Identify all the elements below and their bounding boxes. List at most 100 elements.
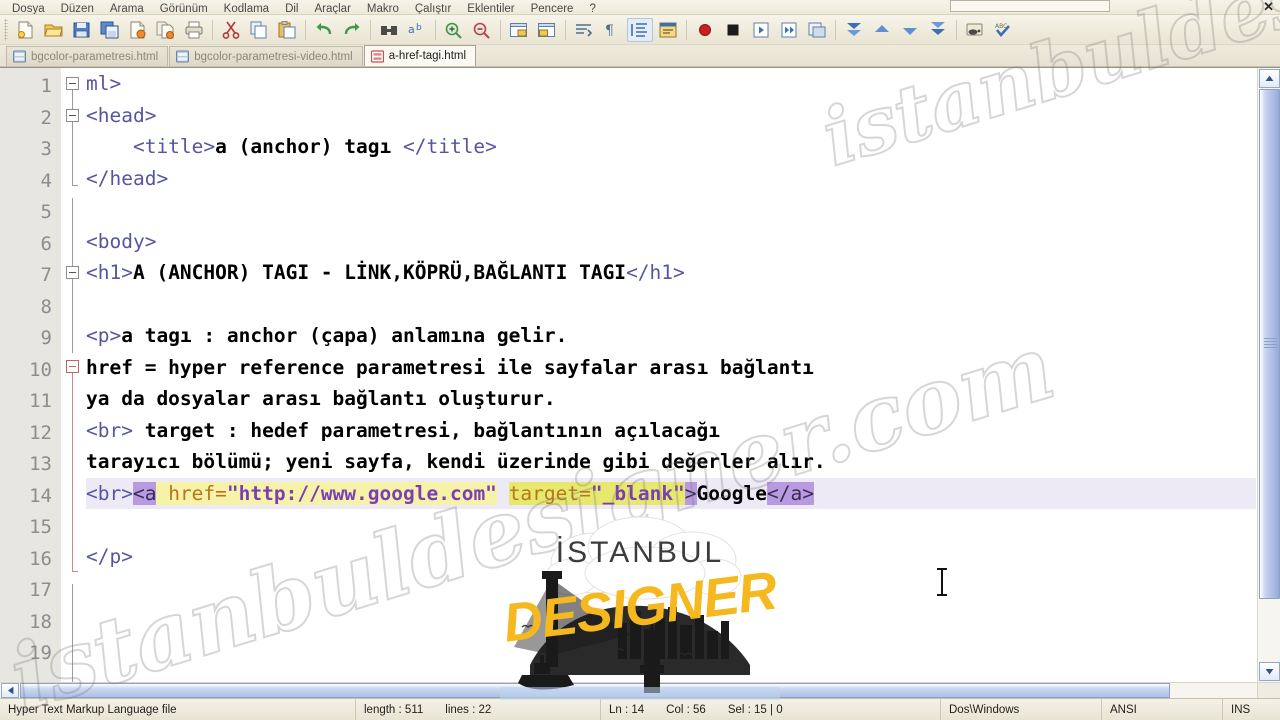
vertical-scroll-thumb[interactable] xyxy=(1259,89,1280,599)
line-number: 4 xyxy=(40,169,52,192)
svg-text:¶: ¶ xyxy=(605,23,614,39)
fold-guide-line xyxy=(72,584,73,694)
toolbar-separator xyxy=(565,19,566,40)
code-content[interactable]: ml> <head> <title>a (anchor) tagı </titl… xyxy=(86,68,1256,682)
fold-column[interactable] xyxy=(62,68,86,698)
menu-item-duzen[interactable]: Düzen xyxy=(53,2,102,14)
tab-bar: bgcolor-parametresi.html bgcolor-paramet… xyxy=(0,45,1280,67)
fold-up-icon[interactable] xyxy=(869,18,895,42)
word-wrap-icon[interactable] xyxy=(571,18,597,42)
undo-icon[interactable] xyxy=(311,18,337,42)
line-number: 7 xyxy=(40,264,52,286)
sync-vertical-icon[interactable] xyxy=(506,18,532,42)
editor-area[interactable]: 1 2 3 4 5 6 7 8 9 10 11 12 13 14 15 16 1… xyxy=(0,67,1280,698)
replace-icon[interactable]: ab xyxy=(404,18,430,42)
fold-marker-line-1[interactable] xyxy=(66,77,79,90)
scroll-left-icon[interactable] xyxy=(1,683,19,698)
save-all-icon[interactable] xyxy=(97,18,123,42)
sync-horizontal-icon[interactable] xyxy=(534,18,560,42)
code-token: </p> xyxy=(86,544,133,568)
save-macro-icon[interactable] xyxy=(804,18,830,42)
close-file-icon[interactable] xyxy=(125,18,151,42)
menu-item-eklentiler[interactable]: Eklentiler xyxy=(459,2,522,14)
collapse-all-icon[interactable] xyxy=(841,18,867,42)
print-icon[interactable] xyxy=(181,18,207,42)
menu-item-pencere[interactable]: Pencere xyxy=(523,2,582,14)
cut-icon[interactable] xyxy=(218,18,244,42)
scroll-down-icon[interactable] xyxy=(1259,662,1280,681)
vertical-scrollbar[interactable] xyxy=(1257,68,1280,682)
toolbar-separator xyxy=(370,19,371,40)
toolbar-separator xyxy=(305,19,306,40)
open-file-icon[interactable] xyxy=(41,18,67,42)
code-line-2: <head> xyxy=(86,100,1256,132)
status-encoding: ANSI xyxy=(1102,698,1223,720)
code-line-6: <body> xyxy=(86,226,1256,258)
red-file-icon xyxy=(370,49,384,63)
code-token xyxy=(156,481,169,505)
copy-icon[interactable] xyxy=(246,18,272,42)
text-cursor-icon xyxy=(937,568,947,596)
code-token: <title> xyxy=(86,135,216,158)
tab-label: bgcolor-parametresi-video.html xyxy=(194,50,353,63)
menu-item-help[interactable]: ? xyxy=(581,2,603,14)
fold-guide-line xyxy=(72,198,73,266)
status-file-type: Hyper Text Markup Language file xyxy=(0,698,356,720)
fold-marker-line-2[interactable] xyxy=(66,108,79,122)
scrollbar-corner xyxy=(1257,682,1280,698)
unfold-down-icon[interactable] xyxy=(897,18,923,42)
horizontal-scrollbar[interactable] xyxy=(0,682,1257,698)
fold-marker-line-6[interactable] xyxy=(66,266,79,279)
tab-a-href-tagi[interactable]: a-href-tagi.html xyxy=(363,45,477,66)
menu-item-kodlama[interactable]: Kodlama xyxy=(216,2,277,14)
indent-guide-icon[interactable] xyxy=(627,17,653,42)
tab-label: a-href-tagi.html xyxy=(388,50,467,62)
scroll-up-icon[interactable] xyxy=(1259,69,1280,88)
close-all-icon[interactable] xyxy=(153,18,179,42)
menu-item-calistir[interactable]: Çalıştır xyxy=(407,2,459,14)
code-line-12: <br> target : hedef parametresi, bağlant… xyxy=(86,415,1256,447)
line-number: 1 xyxy=(40,75,52,97)
menu-item-arama[interactable]: Arama xyxy=(102,2,152,14)
run-icon[interactable] xyxy=(962,18,988,42)
code-line-10: href = hyper reference parametresi ile s… xyxy=(86,352,1256,384)
tab-bgcolor-parametresi[interactable]: bgcolor-parametresi.html xyxy=(6,46,169,66)
menu-item-gorunum[interactable]: Görünüm xyxy=(152,2,216,14)
zoom-in-icon[interactable] xyxy=(441,18,467,42)
code-line-16: </p> xyxy=(86,541,1256,573)
spell-check-icon[interactable]: ABC xyxy=(990,18,1016,42)
menu-item-araclar[interactable]: Araçlar xyxy=(306,2,358,14)
status-lines: lines : 22 xyxy=(445,703,492,716)
zoom-out-icon[interactable] xyxy=(469,18,495,42)
code-token-tag-match: </a> xyxy=(767,481,814,505)
find-icon[interactable] xyxy=(376,18,402,42)
code-line-11: ya da dosyalar arası bağlantı oluşturur. xyxy=(86,383,1256,415)
stop-macro-icon[interactable] xyxy=(720,18,746,42)
line-number: 12 xyxy=(29,421,52,444)
expand-all-icon[interactable] xyxy=(925,18,951,42)
code-line-9: <p>a tagı : anchor (çapa) anlamına gelir… xyxy=(86,320,1256,352)
show-all-chars-icon[interactable]: ¶ xyxy=(599,18,625,42)
new-file-icon[interactable] xyxy=(13,18,39,42)
close-icon[interactable]: ✕ xyxy=(1263,0,1274,14)
toolbar-grip[interactable] xyxy=(4,18,8,41)
paste-icon[interactable] xyxy=(274,18,300,42)
menu-item-makro[interactable]: Makro xyxy=(359,2,407,14)
play-macro-icon[interactable] xyxy=(748,18,774,42)
code-token: <body> xyxy=(86,229,157,253)
redo-icon[interactable] xyxy=(339,18,365,42)
record-macro-icon[interactable] xyxy=(692,18,718,42)
menu-item-dil[interactable]: Dil xyxy=(277,2,306,14)
user-language-icon[interactable] xyxy=(655,18,681,42)
menu-item-dosya[interactable]: Dosya xyxy=(4,2,53,14)
tab-bgcolor-parametresi-video[interactable]: bgcolor-parametresi-video.html xyxy=(169,46,363,66)
horizontal-scroll-thumb[interactable] xyxy=(20,683,1170,698)
run-multiple-macro-icon[interactable] xyxy=(776,18,802,42)
save-icon[interactable] xyxy=(69,18,95,42)
svg-text:b: b xyxy=(416,23,422,33)
fold-marker-line-9[interactable] xyxy=(66,360,79,373)
